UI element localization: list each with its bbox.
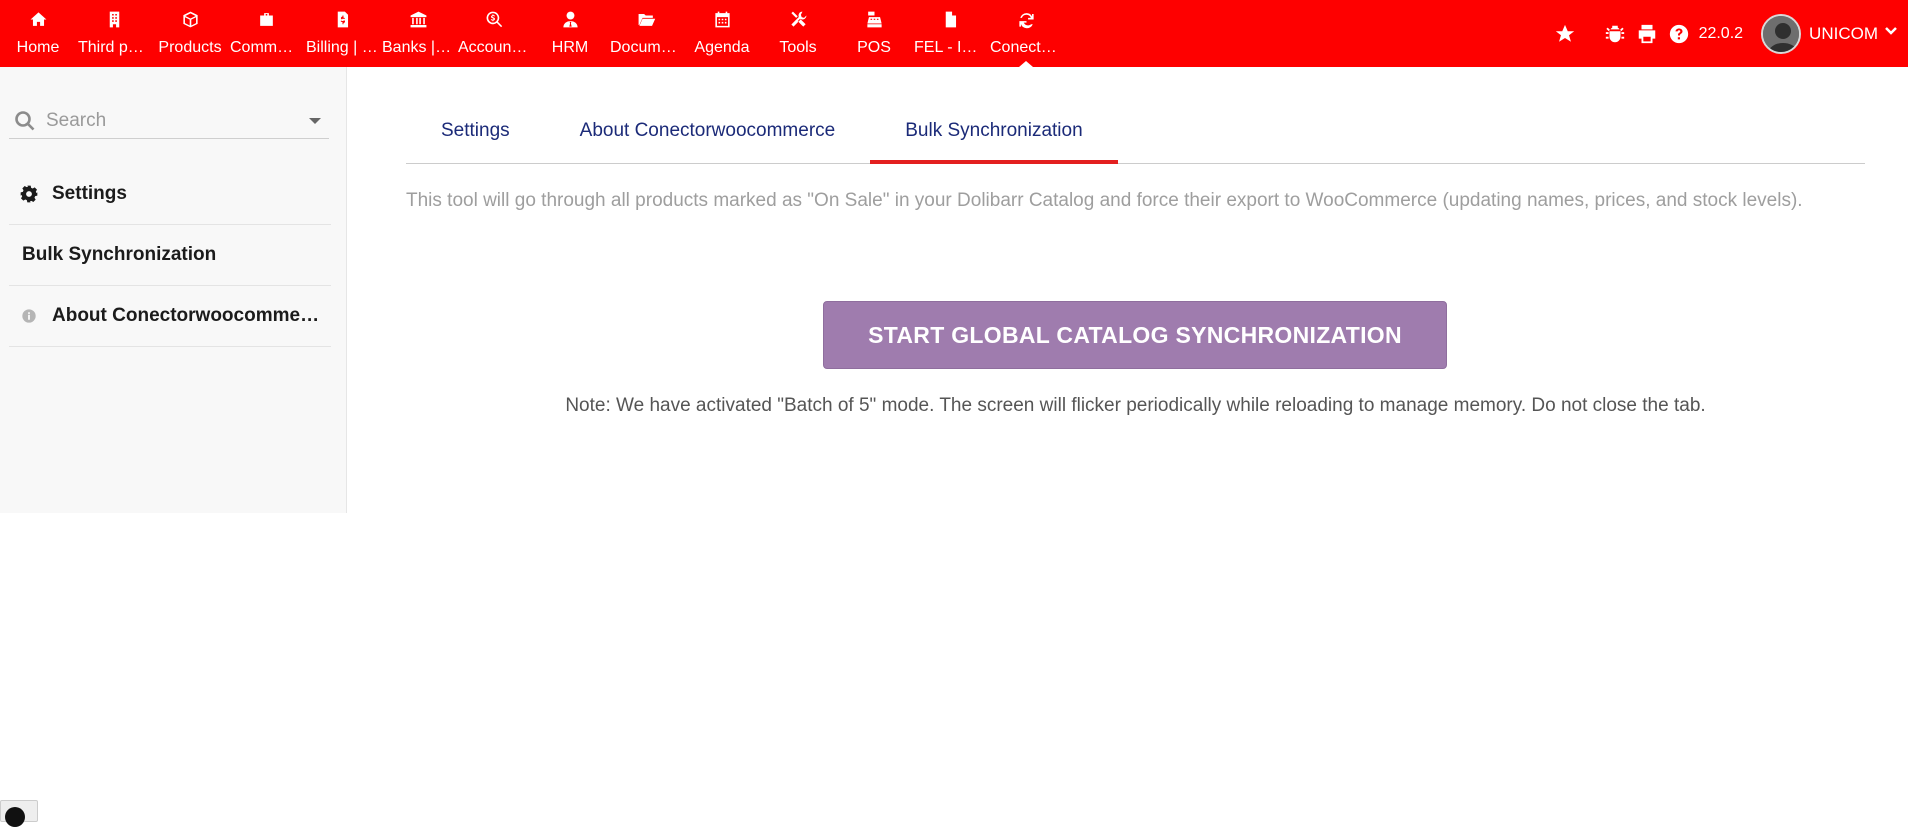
menu-item-label: Banks | Cash: [382, 39, 454, 56]
help-icon[interactable]: [1667, 22, 1691, 46]
menu-item-banks[interactable]: Banks | Cash: [380, 0, 456, 67]
menu-item-label: FEL - Invoice: [914, 39, 986, 56]
menu-item-conectorwoocommerce[interactable]: Conectorwoocommerce: [988, 0, 1064, 67]
home-icon: [28, 9, 48, 29]
sidebar-menu: Settings Bulk Synchronization About Cone…: [9, 164, 331, 347]
cube-icon: [180, 9, 200, 29]
search-dollar-icon: [484, 9, 504, 29]
sidebar-item-about[interactable]: About Conectorwoocommerce: [9, 286, 331, 347]
username: UNICOM: [1809, 23, 1878, 43]
menu-item-products[interactable]: Products: [152, 0, 228, 67]
invoice-icon: [332, 9, 352, 29]
menu-item-fel[interactable]: FEL - Invoice: [912, 0, 988, 67]
bug-icon[interactable]: [1603, 22, 1627, 46]
info-icon: [18, 305, 40, 327]
search-icon: [14, 110, 36, 132]
menu-item-label: Tools: [779, 39, 817, 56]
start-sync-button[interactable]: START GLOBAL CATALOG SYNCHRONIZATION: [823, 301, 1447, 369]
menu-item-label: Agenda: [694, 39, 750, 56]
menu-item-pos[interactable]: POS: [836, 0, 912, 67]
user-tie-icon: [560, 9, 580, 29]
menu-item-hrm[interactable]: HRM: [532, 0, 608, 67]
bank-icon: [408, 9, 428, 29]
bookmark-star-icon[interactable]: [1553, 22, 1577, 46]
version-label: 22.0.2: [1698, 24, 1744, 42]
menu-item-third-parties[interactable]: Third parties: [76, 0, 152, 67]
sidebar-item-label: Settings: [52, 183, 127, 204]
avatar: [1761, 13, 1802, 54]
left-sidebar: Settings Bulk Synchronization About Cone…: [0, 67, 347, 513]
tools-icon: [788, 9, 808, 29]
tab-about[interactable]: About Conectorwoocommerce: [545, 102, 871, 159]
menu-item-label: Billing | Payment: [306, 39, 378, 56]
sidebar-item-settings[interactable]: Settings: [9, 164, 331, 225]
menu-item-label: Products: [158, 39, 222, 56]
search-dropdown-icon[interactable]: [309, 118, 321, 124]
sidebar-item-label: About Conectorwoocommerce: [52, 305, 324, 326]
menu-item-agenda[interactable]: Agenda: [684, 0, 760, 67]
batch-note: Note: We have activated "Batch of 5" mod…: [565, 395, 1706, 416]
tab-settings[interactable]: Settings: [406, 102, 545, 159]
menu-item-label: Commerce: [230, 39, 302, 56]
calendar-icon: [712, 9, 732, 29]
gear-icon: [18, 183, 40, 205]
user-menu[interactable]: UNICOM: [1761, 13, 1898, 54]
main-menu: Home Third parties Products Commerce Bil…: [0, 0, 1064, 67]
search-box: [9, 103, 329, 139]
chevron-down-icon: [1884, 24, 1898, 43]
menu-item-label: Conectorwoocommerce: [990, 39, 1062, 56]
debug-icon: [5, 807, 25, 827]
menu-item-tools[interactable]: Tools: [760, 0, 836, 67]
file-icon: [940, 9, 960, 29]
menu-item-home[interactable]: Home: [0, 0, 76, 67]
menu-item-label: Documents: [610, 39, 682, 56]
cash-register-icon: [864, 9, 884, 29]
sidebar-item-bulk-synchronization[interactable]: Bulk Synchronization: [9, 225, 331, 286]
menu-item-label: HRM: [551, 39, 589, 56]
search-input[interactable]: [46, 109, 286, 132]
menu-item-commerce[interactable]: Commerce: [228, 0, 304, 67]
folder-open-icon: [636, 9, 656, 29]
briefcase-icon: [256, 9, 276, 29]
tab-bulk-synchronization[interactable]: Bulk Synchronization: [870, 102, 1119, 164]
menu-item-accounting[interactable]: Accounting: [456, 0, 532, 67]
sidebar-item-label: Bulk Synchronization: [22, 244, 217, 265]
sync-icon: [1016, 9, 1036, 29]
menu-item-label: Third parties: [78, 39, 150, 56]
menu-item-documents[interactable]: Documents: [608, 0, 684, 67]
top-right-tools: 22.0.2 UNICOM: [1553, 0, 1908, 67]
tool-description: This tool will go through all products m…: [406, 190, 1803, 211]
top-menu-bar: Home Third parties Products Commerce Bil…: [0, 0, 1908, 67]
tab-bar: Settings About Conectorwoocommerce Bulk …: [406, 107, 1865, 164]
building-icon: [104, 9, 124, 29]
print-icon[interactable]: [1635, 22, 1659, 46]
menu-item-billing[interactable]: Billing | Payment: [304, 0, 380, 67]
menu-item-label: Accounting: [458, 39, 530, 56]
menu-item-label: POS: [857, 39, 891, 56]
menu-item-label: Home: [16, 39, 60, 56]
